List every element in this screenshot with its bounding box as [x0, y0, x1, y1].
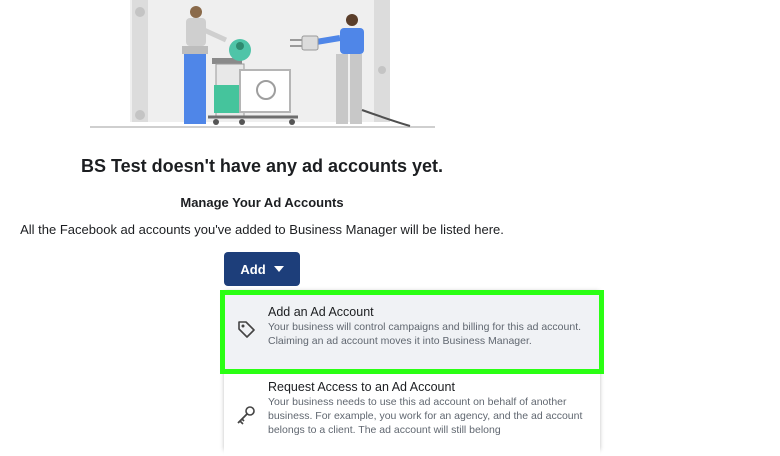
key-icon	[224, 376, 268, 456]
caret-down-icon	[273, 266, 284, 272]
page-title: BS Test doesn't have any ad accounts yet…	[80, 156, 444, 176]
section-title: Manage Your Ad Accounts	[180, 195, 344, 210]
add-button[interactable]: Add	[224, 252, 300, 286]
menu-item-request-access[interactable]: Request Access to an Ad Account Your bus…	[224, 376, 600, 456]
add-dropdown-menu: Add an Ad Account Your business will con…	[220, 290, 604, 456]
menu-item-description: Your business will control campaigns and…	[268, 321, 582, 347]
menu-item-title: Add an Ad Account	[268, 305, 374, 319]
empty-state-illustration	[90, 0, 435, 128]
add-button-label: Add	[240, 261, 266, 277]
section-description: All the Facebook ad accounts you've adde…	[20, 222, 504, 237]
menu-item-title: Request Access to an Ad Account	[268, 380, 455, 394]
tag-icon	[224, 294, 268, 370]
menu-item-add-ad-account[interactable]: Add an Ad Account Your business will con…	[220, 290, 604, 374]
menu-item-description: Your business needs to use this ad accou…	[268, 396, 583, 436]
